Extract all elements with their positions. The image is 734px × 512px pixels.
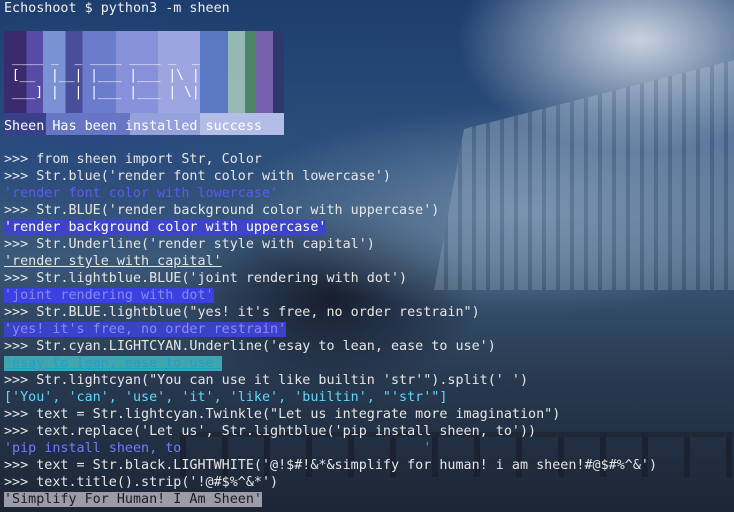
repl-output: 'joint rendering with dot' (4, 288, 214, 303)
repl-ps: >>> (4, 203, 29, 218)
install-message: Sheen Has been installed success (4, 119, 262, 134)
repl-output-lightblue-bg: 'joint rendering with dot' (4, 287, 657, 304)
prompt-symbol: $ (84, 1, 93, 16)
repl-input: Str.blue('render font color with lowerca… (36, 169, 391, 184)
repl-input: Str.lightcyan("You can use it like built… (36, 373, 529, 388)
logo-line-1: ____ _ _ ____ ____ _ _ (4, 51, 200, 66)
repl-line-11: >>> text = Str.black.LIGHTWHITE('@!$#!&*… (4, 457, 657, 474)
prompt-command: python3 -m sheen (100, 1, 230, 16)
repl-line-10: >>> text.replace('Let us', Str.lightblue… (4, 423, 657, 440)
repl-line-12: >>> text.title().strip('!@#$%^&*') (4, 474, 657, 491)
repl-ps: >>> (4, 373, 29, 388)
repl-ps: >>> (4, 339, 29, 354)
repl-line-3: >>> Str.BLUE('render background color wi… (4, 202, 657, 219)
terminal-window[interactable]: Echoshoot $ python3 -m sheen (4, 0, 734, 17)
logo-line-3: ___] | | |___ |___ | \| (4, 85, 200, 100)
repl-line-6: >>> Str.BLUE.lightblue("yes! it's free, … (4, 304, 657, 321)
shell-prompt: Echoshoot $ python3 -m sheen (4, 0, 734, 17)
repl-ps: >>> (4, 169, 29, 184)
repl-output-twinkle: 'pip install sheen, to ' (4, 440, 657, 457)
repl-line-7: >>> Str.cyan.LIGHTCYAN.Underline('esay t… (4, 338, 657, 355)
repl-output: 'pip install sheen, to ' (4, 441, 432, 456)
repl-output: 'render style with capital' (4, 254, 222, 269)
logo-line-2: [__ |__| |___ |___ |\ | (4, 68, 200, 83)
repl-ps: >>> (4, 458, 29, 473)
repl-output: 'Simplify For Human! I Am Sheen' (4, 492, 262, 507)
repl-input: Str.cyan.LIGHTCYAN.Underline('esay to le… (36, 339, 496, 354)
repl-output: 'render font color with lowercase' (4, 186, 279, 201)
repl-output-list: ['You', 'can', 'use', 'it', 'like', 'bui… (4, 389, 657, 406)
repl-input: text.replace('Let us', Str.lightblue('pi… (36, 424, 537, 439)
repl-input: text.title().strip('!@#$%^&*') (36, 475, 279, 490)
repl-output: ['You', 'can', 'use', 'it', 'like', 'bui… (4, 390, 448, 405)
repl-ps: >>> (4, 237, 29, 252)
repl-ps: >>> (4, 152, 29, 167)
repl-output-lb-on-blue: 'yes! it's free, no order restrain' (4, 321, 657, 338)
repl-output: 'esay to lean, ease to use' (4, 356, 222, 371)
repl-line-4: >>> Str.Underline('render style with cap… (4, 236, 657, 253)
repl-line-9: >>> text = Str.lightcyan.Twinkle("Let us… (4, 406, 657, 423)
python-repl[interactable]: >>> from sheen import Str, Color >>> Str… (4, 151, 657, 508)
repl-output: 'render background color with uppercase' (4, 220, 327, 235)
repl-ps: >>> (4, 424, 29, 439)
repl-ps: >>> (4, 475, 29, 490)
repl-output-cyan: 'esay to lean, ease to use' (4, 355, 657, 372)
repl-input: Str.Underline('render style with capital… (36, 237, 375, 252)
prompt-host: Echoshoot (4, 1, 77, 16)
repl-output-final: 'Simplify For Human! I Am Sheen' (4, 491, 657, 508)
repl-input: text = Str.black.LIGHTWHITE('@!$#!&*&sim… (36, 458, 658, 473)
repl-input: Str.lightblue.BLUE('joint rendering with… (36, 271, 408, 286)
repl-line-8: >>> Str.lightcyan("You can use it like b… (4, 372, 657, 389)
repl-input: text = Str.lightcyan.Twinkle("Let us int… (36, 407, 561, 422)
repl-output: 'yes! it's free, no order restrain' (4, 322, 287, 337)
repl-input: Str.BLUE.lightblue("yes! it's free, no o… (36, 305, 480, 320)
repl-output-bg-blue: 'render background color with uppercase' (4, 219, 657, 236)
repl-ps: >>> (4, 305, 29, 320)
repl-output-blue: 'render font color with lowercase' (4, 185, 657, 202)
repl-input: Str.BLUE('render background color with u… (36, 203, 440, 218)
repl-output-underline: 'render style with capital' (4, 253, 657, 270)
repl-line-2: >>> Str.blue('render font color with low… (4, 168, 657, 185)
sheen-ascii-logo: ____ _ _ ____ ____ _ _ [__ |__| |___ |__… (4, 50, 200, 101)
repl-line-5: >>> Str.lightblue.BLUE('joint rendering … (4, 270, 657, 287)
repl-line-1: >>> from sheen import Str, Color (4, 151, 657, 168)
repl-input: from sheen import Str, Color (36, 152, 262, 167)
repl-ps: >>> (4, 271, 29, 286)
repl-ps: >>> (4, 407, 29, 422)
